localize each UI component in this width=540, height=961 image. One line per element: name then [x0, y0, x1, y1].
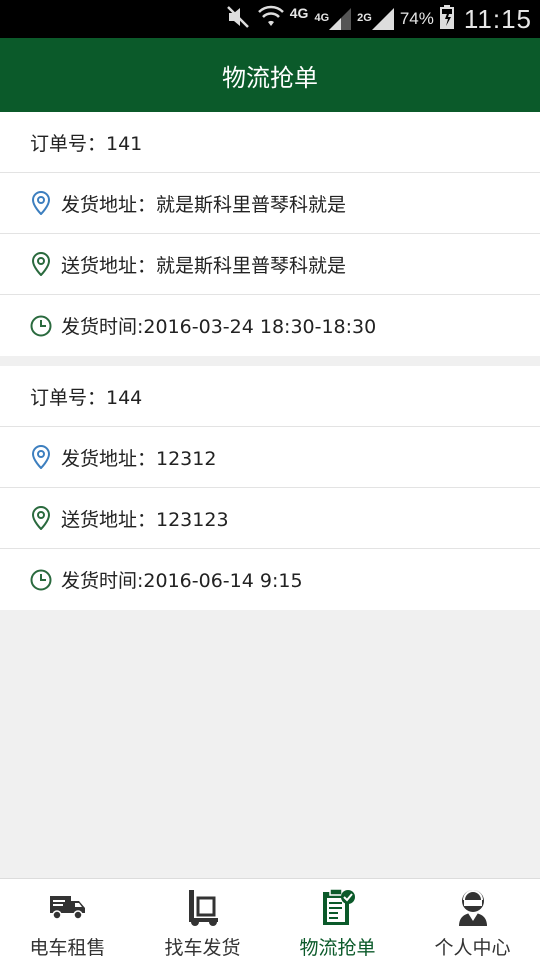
hand-truck-icon [185, 887, 221, 927]
tab-label: 电车租售 [29, 937, 106, 959]
tab-label: 找车发货 [164, 937, 241, 959]
wifi-icon [257, 5, 284, 34]
ship-from-address: 发货地址：12312 [61, 447, 217, 470]
battery-icon [439, 4, 454, 34]
network-type-4g: 4G [289, 5, 309, 21]
clock: 11:15 [463, 3, 532, 34]
signal-icon-2: 2G [357, 8, 394, 30]
title-bar: 物流抢单 [0, 38, 540, 112]
tab-find-vehicle[interactable]: 找车发货 [135, 879, 270, 961]
ship-from-row: 发货地址：就是斯科里普琴科就是 [0, 173, 540, 234]
order-number-row: 订单号：144 [0, 366, 540, 427]
order-card[interactable]: 订单号：141 发货地址：就是斯科里普琴科就是 送货地址：就是斯科里普琴科就是 … [0, 112, 540, 356]
bottom-tab-bar: 电车租售 找车发货 物流抢单 个人中心 [0, 878, 540, 961]
clock-icon [30, 567, 52, 593]
location-pin-icon [30, 444, 52, 470]
location-pin-icon [30, 505, 52, 531]
ship-from-address: 发货地址：就是斯科里普琴科就是 [61, 193, 347, 216]
clipboard-check-icon [320, 887, 356, 927]
ship-to-row: 送货地址：123123 [0, 488, 540, 549]
order-card[interactable]: 订单号：144 发货地址：12312 送货地址：123123 发货时间:2016… [0, 366, 540, 610]
mute-icon [226, 5, 252, 34]
tab-label: 物流抢单 [299, 937, 376, 959]
ship-time-row: 发货时间:2016-03-24 18:30-18:30 [0, 295, 540, 356]
order-number: 订单号：141 [30, 132, 143, 155]
tab-personal-center[interactable]: 个人中心 [405, 879, 540, 961]
ship-time-row: 发货时间:2016-06-14 9:15 [0, 549, 540, 610]
ship-to-row: 送货地址：就是斯科里普琴科就是 [0, 234, 540, 295]
status-bar: 4G 4G 2G 74% 11:15 [0, 0, 540, 38]
location-pin-icon [30, 251, 52, 277]
ship-time: 发货时间:2016-03-24 18:30-18:30 [61, 316, 377, 338]
truck-icon [49, 887, 87, 927]
clock-icon [30, 313, 52, 339]
signal-icon: 4G [314, 8, 352, 30]
tab-vehicle-sales[interactable]: 电车租售 [0, 879, 135, 961]
user-icon [456, 887, 490, 927]
ship-from-row: 发货地址：12312 [0, 427, 540, 488]
ship-time: 发货时间:2016-06-14 9:15 [61, 570, 303, 592]
tab-logistics-orders[interactable]: 物流抢单 [270, 879, 405, 961]
location-pin-icon [30, 190, 52, 216]
order-number: 订单号：144 [30, 386, 143, 409]
tab-label: 个人中心 [434, 937, 511, 959]
ship-to-address: 送货地址：123123 [61, 508, 229, 531]
ship-to-address: 送货地址：就是斯科里普琴科就是 [61, 254, 347, 277]
order-number-row: 订单号：141 [0, 112, 540, 173]
battery-percent: 74% [399, 9, 434, 28]
page-title: 物流抢单 [222, 63, 318, 92]
